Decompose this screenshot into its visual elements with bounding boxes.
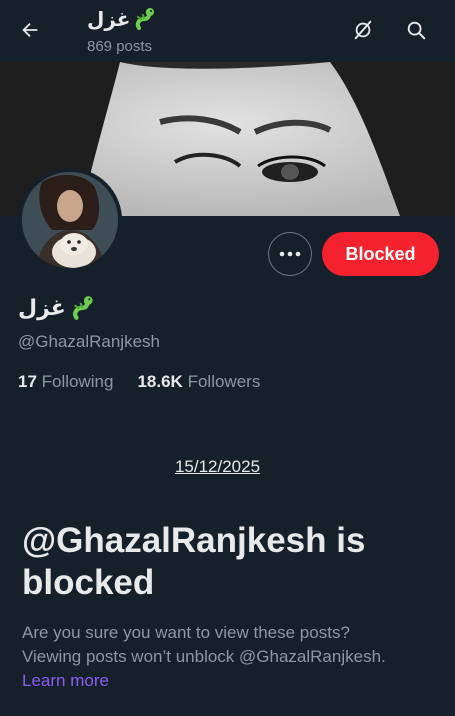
blocked-description-line2: Viewing posts won’t unblock @GhazalRanjk… <box>22 647 386 666</box>
following-label: Following <box>41 372 114 391</box>
followers-link[interactable]: 18.6K Followers <box>137 372 260 392</box>
back-button[interactable] <box>14 14 46 46</box>
avatar-image <box>22 172 118 268</box>
block-date: 15/12/2025 <box>174 457 261 476</box>
following-count: 17 <box>18 372 37 391</box>
followers-count: 18.6K <box>137 372 183 391</box>
profile-stats: 17 Following 18.6K Followers <box>18 372 260 392</box>
grok-button[interactable] <box>347 14 379 46</box>
dragon-emoji-icon <box>72 296 93 320</box>
learn-more-link[interactable]: Learn more <box>22 669 442 693</box>
followers-label: Followers <box>187 372 261 391</box>
search-button[interactable] <box>400 14 432 46</box>
more-options-button[interactable] <box>268 232 312 276</box>
display-name: غزل <box>18 294 98 322</box>
header-name: غزل <box>87 8 131 31</box>
blocked-description: Are you sure you want to view these post… <box>22 621 442 693</box>
arrow-left-icon <box>22 22 38 38</box>
blocked-headline: @GhazalRanjkesh is blocked <box>22 521 366 602</box>
grok-icon <box>354 20 372 40</box>
header-title: غزل <box>87 6 159 32</box>
blocked-button[interactable]: Blocked <box>322 232 439 276</box>
avatar[interactable] <box>18 168 122 272</box>
display-name-text: غزل <box>18 295 66 320</box>
user-handle: @GhazalRanjkesh <box>18 332 160 351</box>
search-icon <box>407 21 426 40</box>
more-horizontal-icon <box>279 251 301 257</box>
dragon-emoji-icon <box>136 8 155 30</box>
top-bar: غزل 869 posts <box>0 0 455 62</box>
blocked-description-line1: Are you sure you want to view these post… <box>22 623 350 642</box>
following-link[interactable]: 17 Following <box>18 372 113 392</box>
posts-count: 869 posts <box>87 38 153 55</box>
